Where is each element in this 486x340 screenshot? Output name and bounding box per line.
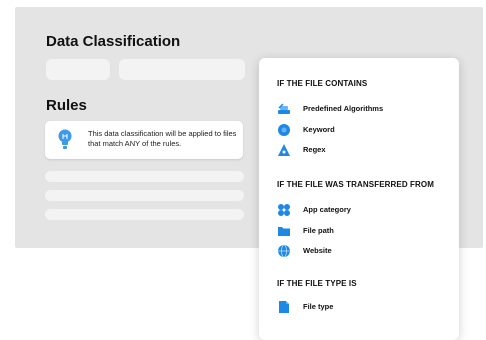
section-heading-file-type: IF THE FILE TYPE IS: [277, 279, 357, 288]
file-icon: [279, 301, 289, 313]
option-label: File type: [303, 302, 334, 311]
section-heading-file-contains: IF THE FILE CONTAINS: [277, 79, 368, 88]
section-heading-transferred-from: IF THE FILE WAS TRANSFERRED FROM: [277, 180, 434, 189]
regex-icon: [278, 144, 290, 156]
option-regex[interactable]: Regex: [277, 143, 452, 157]
option-keyword[interactable]: Keyword: [277, 123, 452, 137]
option-app-category[interactable]: App category: [277, 203, 452, 217]
lightbulb-icon: [57, 129, 73, 151]
option-file-path[interactable]: File path: [277, 224, 452, 238]
option-label: Regex: [303, 145, 326, 154]
rule-placeholder-row: [45, 171, 244, 182]
keyword-icon: [278, 124, 290, 136]
rule-placeholder-row: [45, 209, 244, 220]
rule-placeholder-row: [45, 190, 244, 201]
option-label: Keyword: [303, 125, 335, 134]
option-label: File path: [303, 226, 334, 235]
page-title: Data Classification: [46, 33, 181, 50]
algorithm-icon: [278, 103, 290, 114]
rules-info-text: This data classification will be applied…: [88, 129, 237, 148]
rules-info-card: This data classification will be applied…: [45, 121, 243, 159]
app-category-icon: [278, 204, 290, 216]
folder-icon: [278, 227, 290, 236]
option-label: App category: [303, 205, 351, 214]
name-input-placeholder[interactable]: [46, 59, 110, 80]
globe-icon: [278, 244, 290, 258]
rules-heading: Rules: [46, 97, 87, 114]
option-label: Predefined Algorithms: [303, 104, 384, 113]
option-predefined-algorithms[interactable]: Predefined Algorithms: [277, 102, 452, 116]
description-input-placeholder[interactable]: [119, 59, 245, 80]
option-website[interactable]: Website: [277, 244, 452, 258]
option-label: Website: [303, 246, 332, 255]
option-file-type[interactable]: File type: [277, 300, 452, 314]
rule-type-dropdown: IF THE FILE CONTAINS Predefined Algorith…: [259, 58, 459, 340]
